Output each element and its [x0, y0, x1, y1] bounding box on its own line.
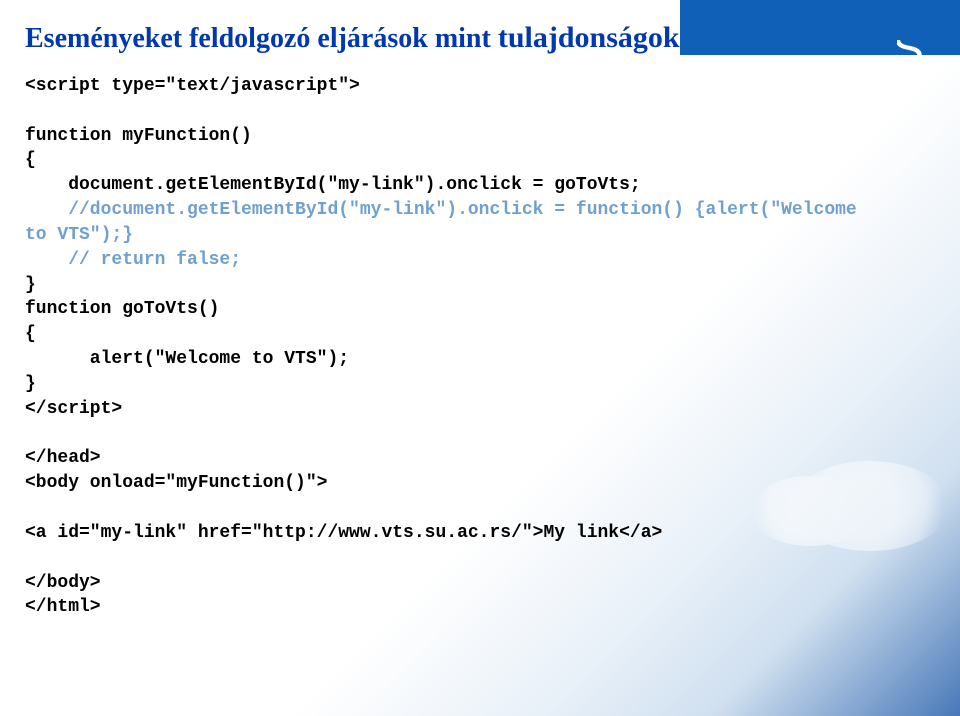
- code-line: </head>: [25, 448, 101, 468]
- code-comment: to VTS");}: [25, 225, 133, 245]
- code-line: }: [25, 374, 36, 394]
- code-block: <script type="text/javascript"> function…: [25, 74, 935, 620]
- code-line: </html>: [25, 597, 101, 617]
- code-line: function goToVts(): [25, 299, 219, 319]
- code-line: function myFunction(): [25, 126, 252, 146]
- slide-title: Eseményeket feldolgozó eljárások mint tu…: [25, 20, 935, 56]
- code-line: {: [25, 150, 36, 170]
- code-line: {: [25, 324, 36, 344]
- code-line: <body onload="myFunction()">: [25, 473, 327, 493]
- code-comment: //document.getElementById("my-link").onc…: [25, 200, 857, 220]
- code-line: alert("Welcome to VTS");: [25, 349, 349, 369]
- title-part2: tulajdonságok: [498, 21, 680, 54]
- code-line: </script>: [25, 399, 122, 419]
- code-line: <a id="my-link" href="http://www.vts.su.…: [25, 523, 662, 543]
- code-line: </body>: [25, 573, 101, 593]
- title-part1: Eseményeket feldolgozó eljárások mint: [25, 23, 498, 54]
- code-line: document.getElementById("my-link").oncli…: [25, 175, 641, 195]
- slide-container: Eseményeket feldolgozó eljárások mint tu…: [0, 0, 960, 640]
- code-comment: // return false;: [25, 250, 241, 270]
- code-line: }: [25, 275, 36, 295]
- code-line: <script type="text/javascript">: [25, 76, 360, 96]
